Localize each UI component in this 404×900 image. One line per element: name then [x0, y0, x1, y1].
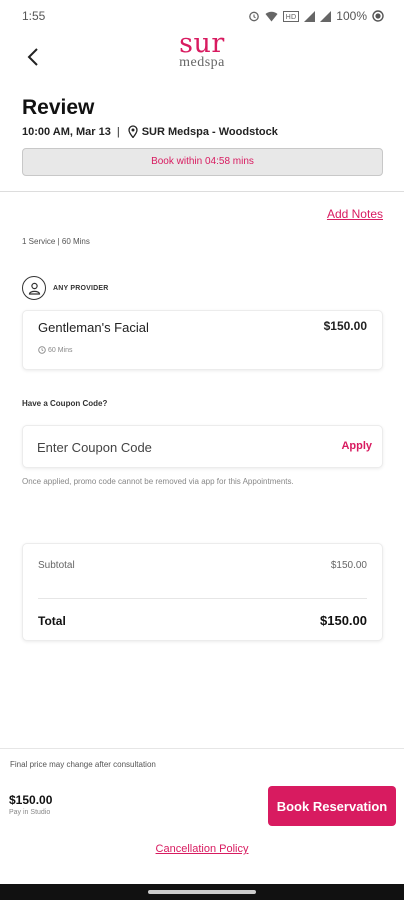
- home-gesture-handle[interactable]: [148, 890, 256, 894]
- logo-main-text: sur: [179, 28, 225, 59]
- booking-footer: Final price may change after consultatio…: [0, 748, 404, 872]
- service-card: Gentleman's Facial $150.00 60 Mins: [22, 310, 383, 370]
- provider-label: ANY PROVIDER: [53, 284, 109, 292]
- coupon-note: Once applied, promo code cannot be remov…: [22, 477, 294, 486]
- system-nav-bar: [0, 884, 404, 900]
- coupon-card: Apply: [22, 425, 383, 468]
- book-reservation-button[interactable]: Book Reservation: [268, 786, 396, 826]
- price-disclaimer: Final price may change after consultatio…: [10, 760, 156, 769]
- appointment-location: SUR Medspa - Woodstock: [141, 125, 278, 138]
- wifi-icon: [265, 11, 278, 21]
- brand-logo: sur medspa: [0, 28, 404, 70]
- app-header: sur medspa: [0, 28, 404, 82]
- subtotal-label: Subtotal: [38, 560, 75, 571]
- page-title: Review: [22, 96, 95, 119]
- footer-price: $150.00: [9, 793, 53, 807]
- location-pin-icon: [128, 125, 138, 138]
- status-time: 1:55: [22, 9, 46, 23]
- add-notes-link[interactable]: Add Notes: [327, 207, 383, 221]
- subtotal-value: $150.00: [330, 560, 367, 571]
- provider-avatar: [22, 276, 46, 300]
- coupon-question: Have a Coupon Code?: [22, 399, 108, 408]
- signal-icon: [304, 10, 316, 22]
- status-icons: HD 100%: [248, 8, 384, 24]
- appointment-info: 10:00 AM, Mar 13 | SUR Medspa - Woodstoc…: [22, 125, 278, 138]
- signal-icon-2: [320, 10, 332, 22]
- total-label: Total: [38, 614, 66, 628]
- booking-timer: Book within 04:58 mins: [22, 148, 383, 176]
- total-value: $150.00: [320, 613, 367, 628]
- service-duration: 60 Mins: [38, 346, 73, 354]
- info-separator: |: [116, 125, 120, 138]
- hd-icon: HD: [283, 10, 300, 22]
- price-summary-card: Subtotal $150.00 Total $150.00: [22, 543, 383, 641]
- battery-icon: [372, 10, 384, 22]
- logo-sub-text: medspa: [179, 55, 225, 70]
- pay-method: Pay in Studio: [9, 809, 51, 816]
- service-duration-text: 60 Mins: [48, 346, 73, 354]
- service-name: Gentleman's Facial: [38, 320, 149, 335]
- cancellation-policy-link[interactable]: Cancellation Policy: [0, 843, 404, 855]
- provider-row: ANY PROVIDER: [22, 276, 109, 300]
- svg-text:HD: HD: [286, 13, 297, 21]
- service-summary: 1 Service | 60 Mins: [22, 237, 90, 246]
- coupon-input[interactable]: [37, 436, 307, 458]
- clock-icon: [38, 346, 46, 354]
- person-icon: [28, 282, 40, 295]
- apply-coupon-button[interactable]: Apply: [341, 440, 372, 452]
- summary-divider: [38, 598, 367, 599]
- service-price: $150.00: [323, 319, 367, 333]
- appointment-datetime: 10:00 AM, Mar 13: [22, 125, 111, 138]
- alarm-icon: [249, 11, 260, 22]
- section-divider: [0, 191, 404, 192]
- battery-level: 100%: [336, 9, 367, 23]
